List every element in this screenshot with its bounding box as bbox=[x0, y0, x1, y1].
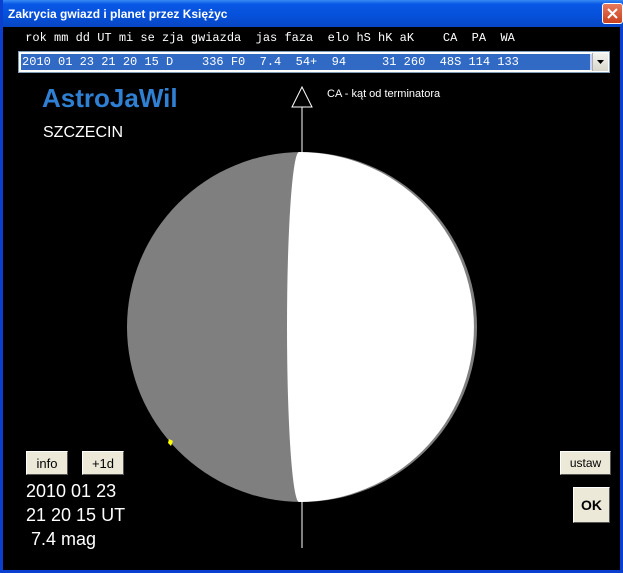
moon-lit-area bbox=[287, 152, 474, 502]
north-arrow-icon bbox=[291, 85, 313, 108]
event-magnitude: 7.4 mag bbox=[26, 529, 97, 549]
event-time: 21 20 15 UT bbox=[26, 505, 126, 525]
settings-button[interactable]: ustaw bbox=[560, 451, 611, 475]
next-day-button[interactable]: +1d bbox=[82, 451, 124, 475]
info-button[interactable]: info bbox=[26, 451, 68, 475]
event-date: 2010 01 23 bbox=[26, 481, 117, 501]
app-window: Zakrycia gwiazd i planet przez Księżyc r… bbox=[0, 0, 623, 573]
ok-button[interactable]: OK bbox=[573, 487, 610, 523]
